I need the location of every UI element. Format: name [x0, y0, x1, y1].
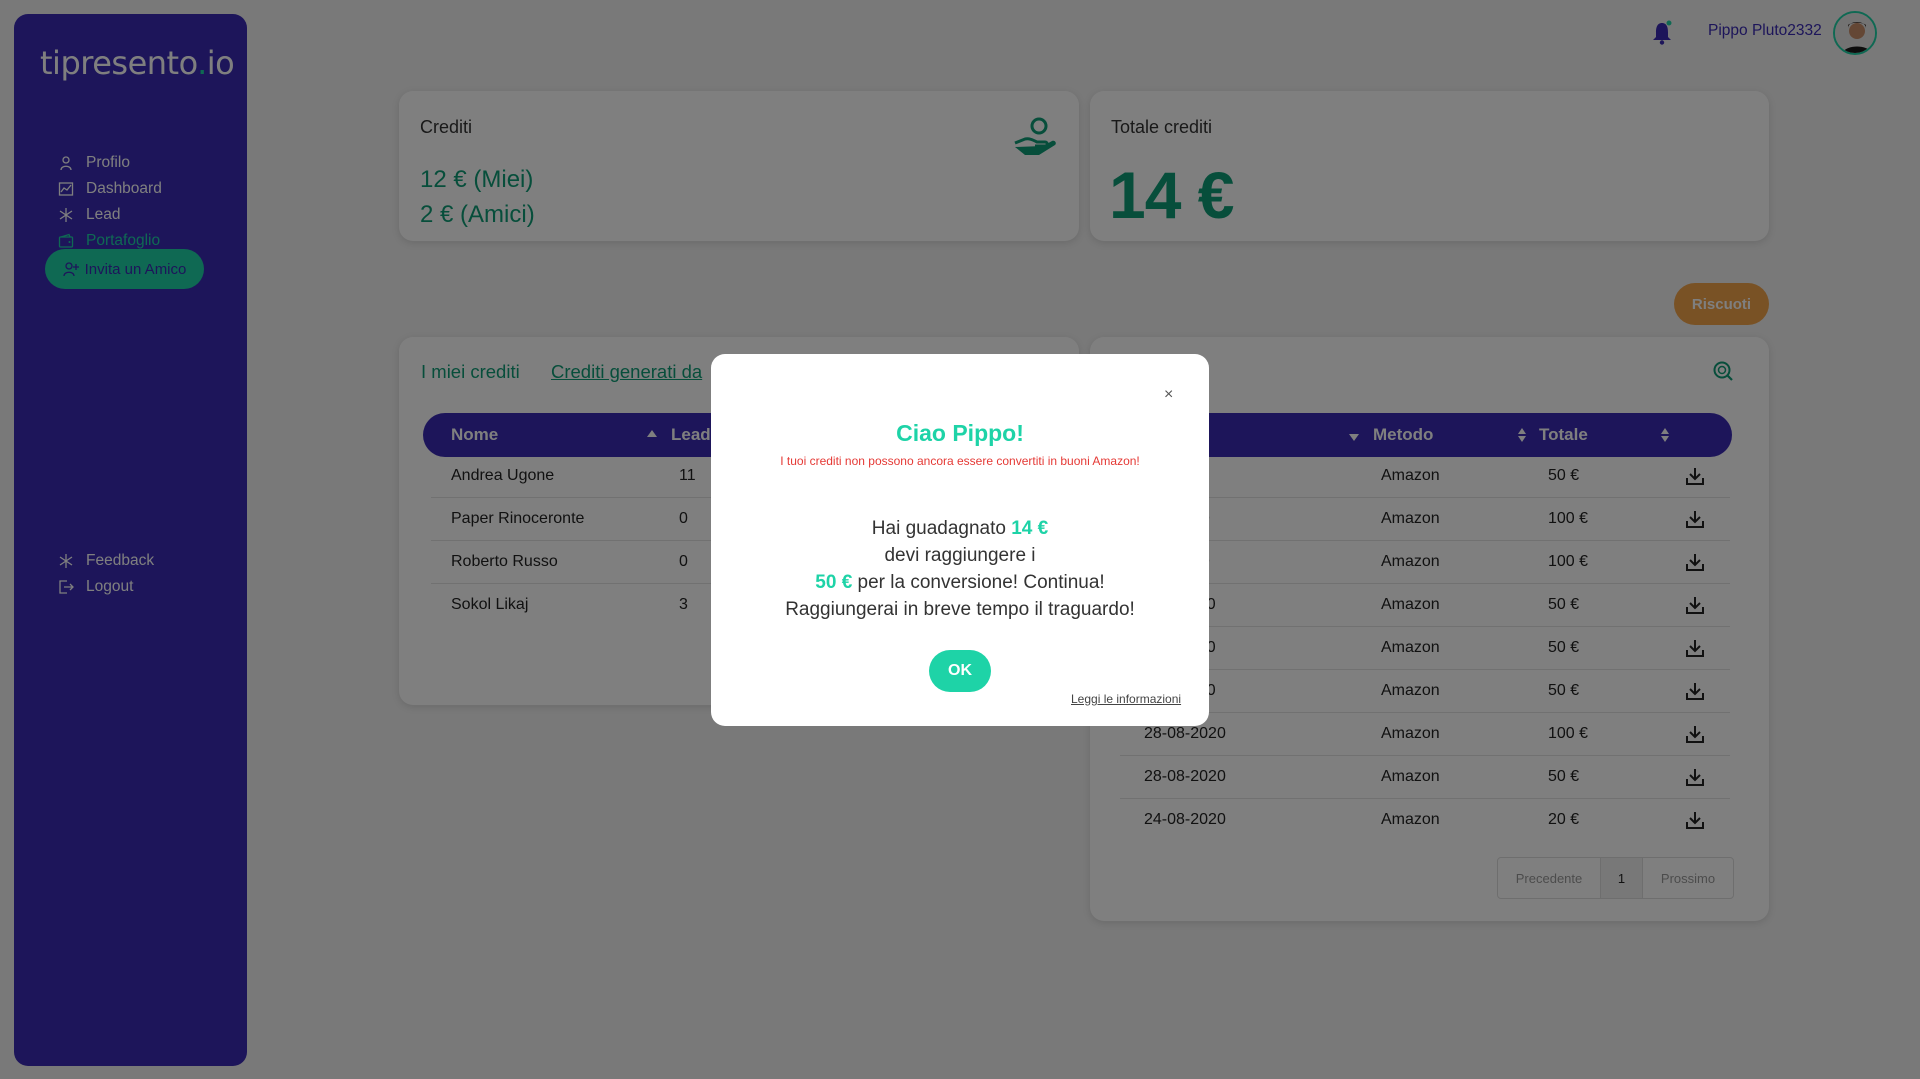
close-icon[interactable]: × — [1164, 386, 1173, 404]
info-link[interactable]: Leggi le informazioni — [1071, 692, 1181, 706]
credits-modal: × Ciao Pippo! I tuoi crediti non possono… — [711, 354, 1209, 726]
modal-line4-text: Raggiungerai in breve tempo il traguardo… — [785, 599, 1135, 620]
modal-title: Ciao Pippo! — [896, 420, 1024, 446]
ok-button[interactable]: OK — [929, 650, 991, 692]
modal-threshold-value: 50 € — [815, 572, 853, 593]
modal-line3-text: per la conversione! Continua! — [852, 572, 1105, 593]
modal-line2-text: devi raggiungere i — [884, 545, 1036, 566]
modal-body: Hai guadagnato 14 € devi raggiungere i 5… — [711, 515, 1209, 623]
modal-warning: I tuoi crediti non possono ancora essere… — [780, 454, 1140, 468]
modal-earned-value: 14 € — [1011, 518, 1049, 539]
modal-line1-text: Hai guadagnato — [871, 518, 1012, 539]
